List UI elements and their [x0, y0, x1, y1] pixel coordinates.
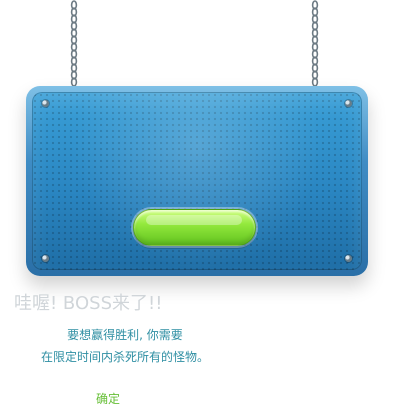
bottom-left-bolt-icon — [42, 255, 49, 262]
hanging-sign-panel — [26, 86, 368, 276]
right-chain-icon — [311, 0, 319, 87]
bottom-right-bolt-icon — [345, 255, 352, 262]
top-right-bolt-icon — [345, 100, 352, 107]
instruction-message: 要想赢得胜利, 你需要 在限定时间内杀死所有的怪物。 — [0, 324, 250, 368]
boss-warning-title: 哇喔! BOSS来了!! — [14, 293, 163, 314]
top-left-bolt-icon — [42, 100, 49, 107]
instruction-line-2: 在限定时间内杀死所有的怪物。 — [40, 350, 209, 364]
left-chain-icon — [70, 0, 78, 87]
green-action-button[interactable] — [133, 209, 256, 246]
green-action-button-label — [134, 210, 255, 245]
instruction-line-1: 要想赢得胜利, 你需要 — [67, 328, 183, 342]
boss-alert-screen: 哇喔! BOSS来了!! 要想赢得胜利, 你需要 在限定时间内杀死所有的怪物。 … — [0, 0, 412, 412]
confirm-button[interactable]: 确定 — [96, 390, 120, 407]
